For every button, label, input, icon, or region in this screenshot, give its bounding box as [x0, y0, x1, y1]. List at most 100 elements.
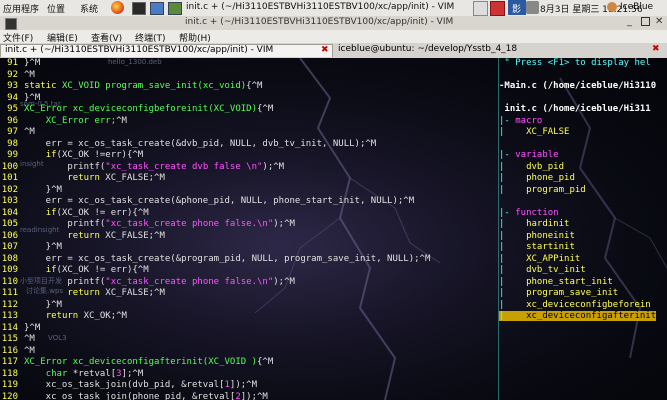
code-text: }^M [24, 242, 62, 252]
taglist-item[interactable]: dvb_tv_init [499, 265, 586, 276]
taglist-item[interactable]: program_save_init [499, 288, 618, 299]
line-number: 91 [7, 58, 18, 68]
code-text: err = xc_os_task_create(&program_pid, NU… [24, 253, 431, 264]
code-text: char *retval[3];^M [45, 368, 144, 379]
fold-column: | [499, 276, 505, 287]
line-number: 103 [1, 196, 18, 206]
places-menu[interactable]: 位置 [47, 2, 65, 15]
tab-close-icon[interactable]: ✖ [652, 44, 660, 54]
code-text: }^M [24, 299, 62, 310]
fold-column: | [499, 127, 505, 137]
line-number: 100 [1, 161, 18, 172]
window-title: init.c + (~/Hi3110ESTBVHi3110ESTBV100/xc… [185, 17, 454, 27]
user-icon [607, 2, 617, 12]
fold-column: | [499, 184, 505, 195]
code-text: XC_Error xc_deviceconfigafterinit(XC_VOI… [24, 357, 274, 367]
line-number: 107 [1, 242, 18, 252]
taglist-item[interactable]: startinit [499, 242, 575, 253]
line-number: 113 [1, 311, 18, 321]
tab-vim[interactable]: init.c + (~/Hi3110ESTBVHi3110ESTBV100/xc… [0, 44, 333, 57]
code-text: }^M [24, 184, 62, 195]
line-number: 115 [1, 334, 18, 344]
fold-column: | [499, 299, 505, 310]
taglist-item[interactable]: XC_FALSE [499, 127, 569, 138]
line-number: 110 [1, 276, 18, 287]
code-text: }^M [24, 58, 41, 68]
mail-launcher-icon[interactable] [168, 2, 182, 15]
applications-menu[interactable]: 应用程序 [3, 2, 39, 15]
minimize-icon[interactable]: _ [627, 16, 632, 27]
fold-column: | [499, 173, 505, 183]
line-number: 116 [1, 345, 18, 356]
network-icon[interactable] [473, 1, 488, 16]
line-number: 108 [1, 253, 18, 264]
firefox-icon[interactable] [111, 1, 124, 14]
taglist-file-main[interactable]: -Main.c (/home/iceblue/Hi3110 [499, 81, 656, 92]
terminal-window-icon [5, 18, 17, 30]
line-number: 118 [1, 368, 18, 379]
code-text: if(XC_OK != err){^M [45, 207, 149, 218]
code-text: return XC_FALSE;^M [67, 288, 165, 298]
line-number: 104 [1, 207, 18, 218]
taglist-item[interactable]: hardinit [499, 219, 569, 230]
line-number: 106 [1, 230, 18, 241]
user-name[interactable]: IceBlue [620, 2, 653, 12]
tab-terminal[interactable]: iceblue@ubuntu: ~/develop/Ysstb_4_18 ✖ [334, 44, 667, 57]
tab-bar: init.c + (~/Hi3110ESTBVHi3110ESTBV100/xc… [0, 43, 667, 59]
tab-label: init.c + (~/Hi3110ESTBVHi3110ESTBV100/xc… [5, 45, 274, 55]
taglist-item[interactable]: phoneinit [499, 231, 575, 242]
code-text: XC_Error err;^M [45, 115, 127, 126]
taglist-item[interactable]: phone_start_init [499, 277, 613, 288]
desktop-file-label: VOL3 [48, 334, 67, 342]
line-number: 117 [1, 357, 18, 367]
code-text: return XC_OK;^M [45, 311, 127, 321]
editor-launcher-icon[interactable] [150, 2, 164, 15]
line-number: 93 [7, 81, 18, 91]
taglist-item[interactable]: program_pid [499, 185, 586, 196]
ime-icon[interactable]: 影 [508, 0, 526, 15]
code-text: if(XC_OK !=err){^M [45, 150, 144, 160]
update-icon[interactable] [490, 1, 505, 16]
line-number: 101 [1, 173, 18, 183]
code-text: if(XC_OK != err){^M [45, 265, 149, 275]
code-text: static XC_VOID program_save_init(xc_void… [24, 81, 263, 91]
taglist-help-hint[interactable]: " Press <F1> to display hel [499, 58, 650, 69]
line-number: 111 [1, 288, 18, 298]
code-text: ^M [24, 345, 35, 356]
maximize-icon[interactable] [641, 17, 650, 26]
window-titlebar[interactable]: init.c + (~/Hi3110ESTBVHi3110ESTBV100/xc… [0, 16, 667, 31]
taglist-item[interactable]: xc_deviceconfigafterinit [499, 311, 657, 322]
code-text: }^M [24, 92, 41, 103]
taglist-item[interactable]: xc_deviceconfigbeforein [499, 300, 651, 311]
tab-close-icon[interactable]: ✖ [321, 45, 329, 55]
taglist-file-init[interactable]: init.c (/home/iceblue/Hi311 [499, 104, 650, 115]
fold-column: |- [499, 150, 510, 160]
menu-bar: 文件(F) 编辑(E) 查看(V) 终端(T) 帮助(H) [0, 30, 667, 44]
line-number: 114 [1, 322, 18, 333]
code-text: return XC_FALSE;^M [67, 230, 165, 241]
tab-label: iceblue@ubuntu: ~/develop/Ysstb_4_18 [338, 44, 518, 54]
code-text: ^M [24, 127, 35, 137]
code-text: xc_os_task_join(phone_pid, &retval[2]);^… [24, 391, 268, 400]
terminal-launcher-icon[interactable] [132, 2, 146, 15]
system-menu[interactable]: 系统 [80, 2, 98, 15]
fold-column: |- [499, 207, 510, 218]
code-text: ^M [24, 334, 35, 344]
code-text: err = xc_os_task_create(&phone_pid, NULL… [24, 196, 415, 206]
taglist-item[interactable]: dvb_pid [499, 162, 564, 173]
line-number: 99 [7, 150, 18, 160]
fold-column: | [499, 265, 505, 275]
fold-column: | [499, 288, 505, 298]
taglist-item[interactable]: XC_APPinit [499, 254, 580, 265]
fold-column: | [499, 242, 505, 252]
volume-icon[interactable] [526, 1, 539, 14]
fold-column: | [499, 253, 505, 264]
code-text: printf("xc_task_create phone false.\n");… [24, 276, 295, 287]
top-panel: 应用程序 位置 系统 init.c + (~/Hi3110ESTBVHi3110… [0, 0, 667, 17]
taglist-item[interactable]: phone_pid [499, 173, 575, 184]
vim-editor[interactable]: hello_1300.deb snm-0.5.tar. insight read… [0, 58, 667, 400]
close-icon[interactable]: ✕ [655, 16, 663, 27]
fold-column: |- [499, 115, 510, 126]
line-number: 105 [1, 219, 18, 229]
active-window-title[interactable]: init.c + (~/Hi3110ESTBVHi3110ESTBV100/xc… [186, 2, 454, 12]
